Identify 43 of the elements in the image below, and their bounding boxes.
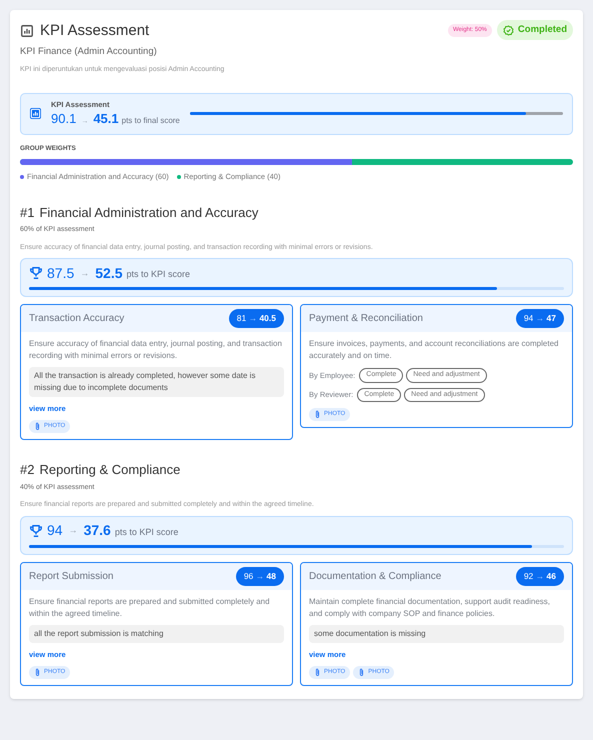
arrow-text: → (68, 524, 78, 538)
section-title: Financial Administration and Accuracy (39, 204, 258, 222)
section-number: #1 (20, 204, 34, 222)
criterion-description: Ensure financial reports are prepared and submitted completely and within the agreed timeline. (29, 596, 271, 620)
comment-text: All the transaction is already completed, however some date is missing due to incomplete documents (29, 367, 284, 397)
paperclip-icon (314, 668, 321, 677)
points-caption: pts to KPI score (114, 526, 178, 539)
score-value: 87.5 (47, 264, 74, 282)
criterion-title: Documentation & Compliance (309, 570, 442, 584)
paperclip-icon (34, 422, 41, 432)
trophy-icon (29, 266, 43, 280)
score-value: 90.1 (51, 110, 76, 126)
points-value: 52.5 (95, 264, 122, 282)
paperclip-icon (358, 668, 366, 677)
kpi-subtitle: KPI Finance (Admin Accounting) (20, 44, 158, 58)
criterion-description: Maintain complete financial documentation, support audit readiness, and comply with company SOP and finance policies. (309, 596, 552, 620)
section-title: Reporting & Compliance (39, 461, 180, 480)
criterion-title: Transaction Accuracy (29, 312, 124, 326)
points-value: 37.6 (84, 521, 111, 540)
chart-icon (20, 24, 34, 38)
criterion-description: Ensure accuracy of financial data entry, journal posting, and transaction recording with minimal errors or revisions. (29, 338, 283, 362)
comment-text: some documentation is missing (309, 624, 564, 643)
check-badge-icon (502, 24, 514, 36)
score-badge: 92 → 46 (516, 566, 564, 586)
criterion-title: Payment & Reconciliation (309, 312, 423, 326)
page-title: KPI Assessment (40, 21, 150, 41)
points-caption: pts to KPI score (126, 268, 190, 281)
score-badge: 81 → 40.5 (228, 309, 284, 328)
status-badge: Completed (496, 20, 573, 40)
comment-text: all the report submission is matching (29, 624, 284, 643)
score-value: 94 (47, 521, 63, 540)
paperclip-icon (34, 668, 41, 677)
criterion-description: Ensure invoices, payments, and account reconciliations are completed accurately and on time. (309, 338, 560, 362)
section-number: #2 (20, 461, 34, 480)
paperclip-icon (314, 410, 321, 419)
score-badge: 96 → 48 (236, 566, 284, 586)
arrow-text: → (80, 266, 90, 280)
trophy-icon (29, 524, 43, 538)
chart-icon (30, 108, 41, 120)
score-badge: 94 → 47 (516, 309, 564, 328)
criterion-title: Report Submission (29, 570, 114, 584)
points-caption: pts to final score (122, 114, 180, 127)
points-value: 45.1 (93, 110, 119, 126)
